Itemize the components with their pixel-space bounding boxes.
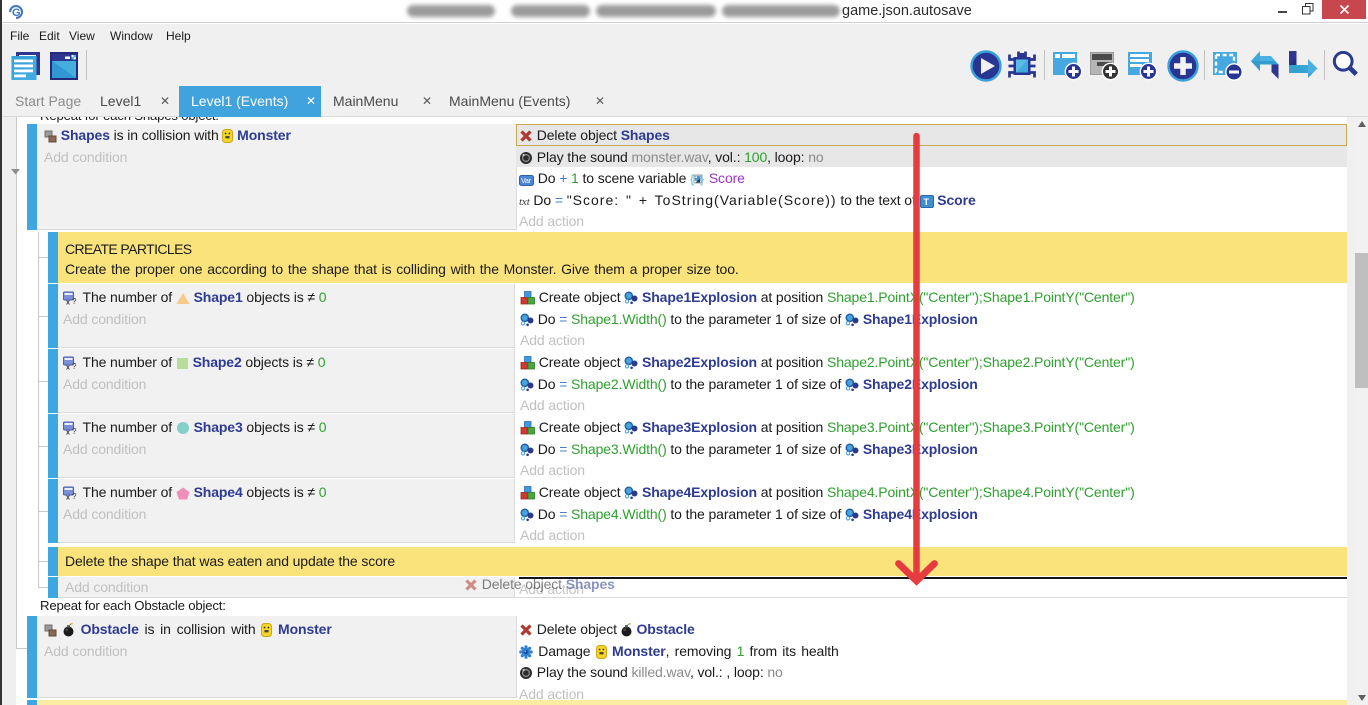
svg-text:?: ? — [72, 492, 77, 500]
svg-text:x: x — [66, 495, 70, 501]
svg-text:Var: Var — [521, 178, 532, 185]
svg-text:x: x — [66, 430, 70, 436]
svg-text:x: x — [66, 365, 70, 371]
svg-text:?: ? — [72, 297, 77, 305]
svg-text:x: x — [66, 300, 70, 306]
svg-text:?: ? — [72, 427, 77, 435]
svg-text:{: { — [690, 172, 694, 186]
svg-text:?: ? — [72, 362, 77, 370]
svg-text:G: G — [12, 7, 21, 19]
